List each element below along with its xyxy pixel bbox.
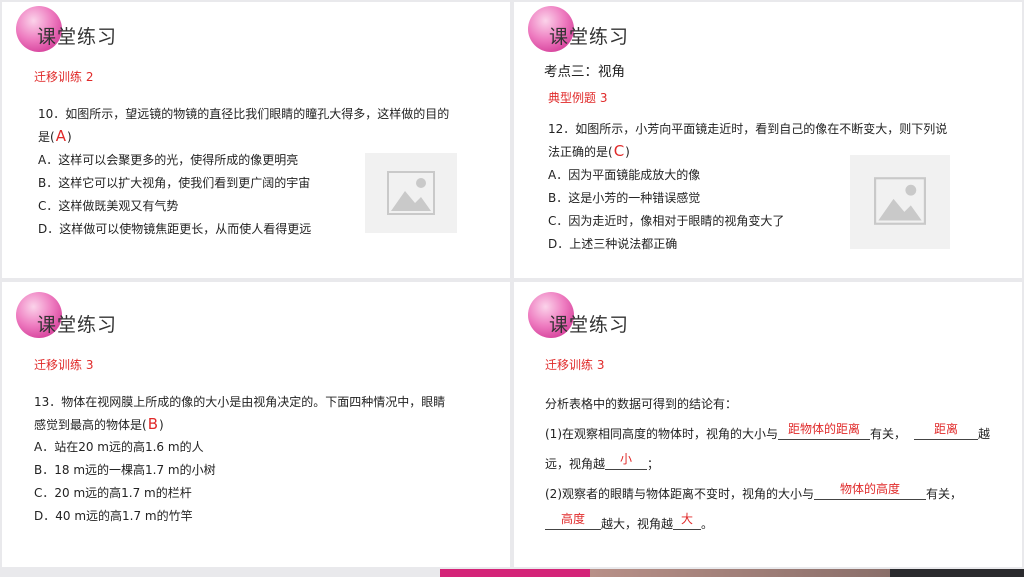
- option-c: C．20 m远的高1.7 m的栏杆: [34, 486, 192, 500]
- answer-suffix: ): [158, 418, 164, 432]
- answer-blank: 小: [605, 452, 648, 470]
- blank-answer: 距物体的距离: [787, 422, 860, 436]
- slide-panel-3: 课堂练习 迁移训练 3 13．物体在视网膜上所成的像的大小是由视角决定的。下面四…: [2, 282, 510, 567]
- option-c: C．因为走近时，像相对于眼睛的视角变大了: [548, 214, 785, 228]
- option-d: D．这样做可以使物镜焦距更长，从而使人看得更远: [38, 222, 312, 236]
- answer-line: 感觉到最高的物体是(B): [34, 415, 164, 433]
- bottom-strip-accent: [440, 569, 590, 577]
- text-segment: 。: [701, 517, 714, 531]
- image-icon: [874, 177, 926, 225]
- answer-prefix: 法正确的是(: [548, 145, 613, 159]
- conclusion-line-3: (2)观察者的眼睛与物体距离不变时，视角的大小与 物体的高度 有关，: [545, 482, 963, 502]
- panel-title: 课堂练习: [37, 314, 118, 336]
- text-segment: 远，视角越: [545, 457, 606, 471]
- answer-letter: C: [613, 142, 625, 160]
- panel-title: 课堂练习: [549, 26, 630, 48]
- answer-prefix: 感觉到最高的物体是(: [34, 418, 147, 432]
- option-b: B．这是小芳的一种错误感觉: [548, 191, 701, 205]
- option-a: A．这样可以会聚更多的光，使得所成的像更明亮: [38, 153, 299, 167]
- question-text: 10．如图所示，望远镜的物镜的直径比我们眼睛的瞳孔大得多，这样做的目的: [38, 107, 450, 121]
- blank-answer: 大: [681, 512, 694, 526]
- slide-panel-1: 课堂练习 迁移训练 2 10．如图所示，望远镜的物镜的直径比我们眼睛的瞳孔大得多…: [2, 2, 510, 278]
- conclusion-intro: 分析表格中的数据可得到的结论有：: [545, 397, 738, 411]
- text-segment: 越大，视角越: [601, 517, 674, 531]
- option-b: B．18 m远的一棵高1.7 m的小树: [34, 463, 216, 477]
- text-segment: 有关，: [870, 427, 907, 441]
- panel-subtitle: 迁移训练 3: [545, 358, 605, 372]
- option-a: A．因为平面镜能成放大的像: [548, 168, 701, 182]
- bottom-strip-photo: [590, 569, 890, 577]
- panel-title: 课堂练习: [549, 314, 630, 336]
- answer-suffix: ): [625, 145, 630, 159]
- blank-answer: 高度: [560, 512, 585, 526]
- answer-blank: 物体的高度: [814, 482, 926, 500]
- conclusion-line-4: 高度 越大，视角越大。: [545, 512, 714, 532]
- image-icon: [387, 171, 435, 215]
- text-segment: (2)观察者的眼睛与物体距离不变时，视角的大小与: [545, 487, 814, 501]
- question-text: 13．物体在视网膜上所成的像的大小是由视角决定的。下面四种情况中，眼睛: [34, 395, 446, 409]
- option-c: C．这样做既美观又有气势: [38, 199, 179, 213]
- blank-answer: 小: [620, 452, 633, 466]
- answer-line: 法正确的是(C): [548, 142, 630, 160]
- blank-answer: 物体的高度: [839, 482, 900, 496]
- option-b: B．这样它可以扩大视角，使我们看到更广阔的宇宙: [38, 176, 311, 190]
- answer-prefix: 是(: [38, 130, 55, 144]
- section-heading: 考点三：视角: [544, 64, 625, 80]
- answer-letter: B: [147, 415, 158, 433]
- text-segment: 越: [978, 427, 991, 441]
- option-d: D．40 m远的高1.7 m的竹竿: [34, 509, 193, 523]
- question-text: 12．如图所示，小芳向平面镜走近时，看到自己的像在不断变大，则下列说: [548, 122, 948, 136]
- conclusion-line-1: (1)在观察相同高度的物体时，视角的大小与 距物体的距离 有关， 距离 越: [545, 422, 991, 442]
- image-placeholder: [365, 153, 457, 233]
- answer-blank: 高度: [545, 512, 601, 530]
- conclusion-line-2: 远，视角越小 ；: [545, 452, 660, 472]
- answer-blank: 大: [673, 512, 702, 530]
- bottom-strip-dark: [890, 569, 1024, 577]
- answer-blank: 距离: [914, 422, 979, 440]
- answer-suffix: ): [66, 130, 72, 144]
- panel-subtitle: 典型例题 3: [548, 91, 608, 105]
- text-segment: (1)在观察相同高度的物体时，视角的大小与: [545, 427, 778, 441]
- slide-panel-2: 课堂练习 考点三：视角 典型例题 3 12．如图所示，小芳向平面镜走近时，看到自…: [514, 2, 1022, 278]
- option-d: D．上述三种说法都正确: [548, 237, 678, 251]
- panel-title: 课堂练习: [37, 26, 118, 48]
- panel-subtitle: 迁移训练 2: [34, 70, 94, 84]
- text-segment: 有关，: [926, 487, 963, 501]
- panel-subtitle: 迁移训练 3: [34, 358, 94, 372]
- slide-panel-4: 课堂练习 迁移训练 3 分析表格中的数据可得到的结论有： (1)在观察相同高度的…: [514, 282, 1022, 567]
- answer-letter: A: [55, 127, 66, 145]
- answer-line: 是(A): [38, 127, 72, 145]
- text-segment: ；: [647, 457, 660, 471]
- blank-answer: 距离: [934, 422, 959, 436]
- answer-blank: 距物体的距离: [778, 422, 870, 440]
- image-placeholder: [850, 155, 950, 249]
- option-a: A．站在20 m远的高1.6 m的人: [34, 440, 204, 454]
